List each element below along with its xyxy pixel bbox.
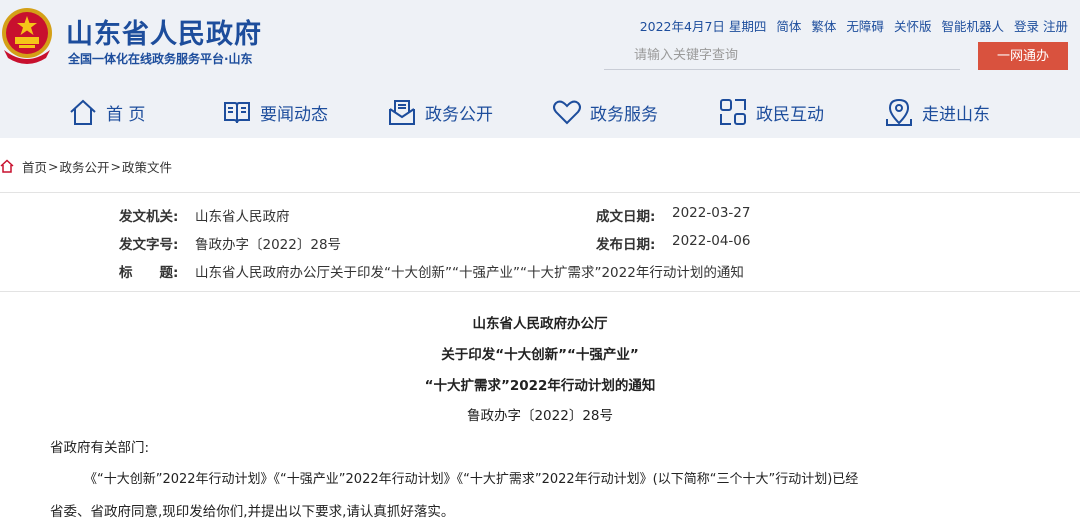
nav-label: 首 页	[106, 104, 146, 125]
doc-salutation: 省政府有关部门:	[50, 440, 150, 456]
site-title[interactable]: 山东省人民政府	[66, 12, 262, 51]
breadcrumb-separator: >	[48, 158, 59, 174]
breadcrumb-gov-open[interactable]: 政务公开	[60, 157, 110, 176]
link-accessibility[interactable]: 无障碍	[846, 16, 884, 35]
nav-item-gov-open[interactable]: 政务公开	[387, 86, 493, 138]
info-published-row: 发布日期: 2022-04-06	[596, 233, 750, 253]
site-subtitle: 全国一体化在线政务服务平台·山东	[68, 52, 253, 66]
info-issuer-row: 发文机关: 山东省人民政府	[119, 205, 290, 225]
nav-item-interaction[interactable]: 政民互动	[718, 86, 824, 138]
national-emblem-icon	[2, 8, 52, 64]
nav-label: 政务服务	[590, 104, 658, 125]
published-date-label: 发布日期:	[596, 237, 656, 253]
info-docno-row: 发文字号: 鲁政办字〔2022〕28号	[119, 233, 341, 253]
mail-icon	[389, 100, 415, 125]
link-traditional[interactable]: 繁体	[811, 16, 836, 35]
breadcrumb: 首页 > 政务公开 > 政策文件	[0, 156, 172, 176]
search-input[interactable]	[604, 42, 960, 69]
current-date: 2022年4月7日 星期四	[639, 19, 767, 34]
doc-paragraph-line-1: 《“十大创新”2022年行动计划》《“十强产业”2022年行动计划》《“十大扩需…	[84, 472, 859, 487]
link-simplified[interactable]: 简体	[776, 16, 801, 35]
link-smart-robot[interactable]: 智能机器人	[941, 16, 1004, 35]
link-register[interactable]: 注册	[1043, 16, 1068, 35]
main-nav: 首 页 要闻动态 政务公开 政务服务 政民互动 走进山东	[0, 86, 1080, 138]
doc-title-line-3: “十大扩需求”2022年行动计划的通知	[424, 378, 656, 394]
doc-number: 鲁政办字〔2022〕28号	[466, 408, 614, 424]
doc-paragraph-line-2: 省委、省政府同意,现印发给你们,并提出以下要求,请认真抓好落实。	[50, 504, 455, 520]
heart-icon	[553, 100, 581, 125]
issuer-label: 发文机关:	[119, 209, 179, 225]
nav-label: 走进山东	[922, 104, 990, 125]
info-title-row: 标 题: 山东省人民政府办公厅关于印发“十大创新”“十强产业”“十大扩需求”20…	[119, 261, 744, 281]
info-created-row: 成文日期: 2022-03-27	[596, 205, 750, 225]
top-links: 2022年4月7日 星期四 简体 繁体 无障碍 关怀版 智能机器人 登录 注册	[640, 16, 1068, 35]
link-login[interactable]: 登录	[1014, 16, 1039, 35]
title-label: 标 题:	[119, 265, 179, 281]
nav-item-about[interactable]: 走进山东	[884, 86, 990, 138]
nav-label: 政务公开	[425, 104, 493, 125]
issuer-value: 山东省人民政府	[195, 209, 290, 225]
doc-title-line-2: 关于印发“十大创新”“十强产业”	[441, 347, 639, 363]
document-info-box: 发文机关: 山东省人民政府 发文字号: 鲁政办字〔2022〕28号 标 题: 山…	[0, 192, 1080, 292]
doc-number-value: 鲁政办字〔2022〕28号	[195, 237, 342, 253]
doc-number-label: 发文字号:	[119, 237, 179, 253]
nav-item-gov-service[interactable]: 政务服务	[552, 86, 658, 138]
nav-item-news[interactable]: 要闻动态	[222, 86, 328, 138]
one-net-button[interactable]: 一网通办	[978, 42, 1068, 70]
nav-label: 政民互动	[756, 104, 824, 125]
nav-item-home[interactable]: 首 页	[68, 86, 145, 138]
doc-title-line-1: 山东省人民政府办公厅	[472, 316, 608, 332]
home-icon	[70, 99, 96, 125]
location-icon	[886, 98, 912, 126]
breadcrumb-policy-docs[interactable]: 政策文件	[122, 157, 172, 176]
created-date-label: 成文日期:	[596, 209, 656, 225]
breadcrumb-separator: >	[110, 158, 121, 174]
link-care-version[interactable]: 关怀版	[894, 16, 932, 35]
breadcrumb-home-icon	[0, 159, 14, 173]
nav-label: 要闻动态	[260, 104, 328, 125]
created-date-value: 2022-03-27	[672, 205, 751, 221]
breadcrumb-home[interactable]: 首页	[22, 157, 47, 176]
published-date-value: 2022-04-06	[672, 233, 751, 249]
site-header: 山东省人民政府 全国一体化在线政务服务平台·山东 2022年4月7日 星期四 简…	[0, 0, 1080, 86]
search-box	[604, 42, 960, 70]
interaction-icon	[720, 99, 746, 125]
book-icon	[224, 102, 250, 124]
title-value: 山东省人民政府办公厅关于印发“十大创新”“十强产业”“十大扩需求”2022年行动…	[195, 265, 744, 281]
